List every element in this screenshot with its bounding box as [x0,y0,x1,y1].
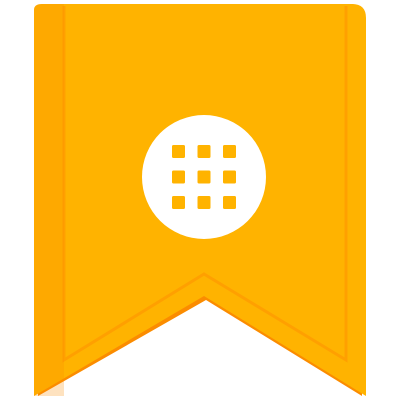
grid-dot [197,170,211,184]
bookmark-apps-icon [0,0,400,400]
grid-dot [223,170,236,184]
bookmark-svg [34,4,366,396]
grid-dot [223,145,236,158]
grid-dot [197,196,211,209]
ribbon-left-fold [34,4,64,396]
grid-dot [172,145,185,158]
grid-dot [172,196,185,209]
apps-grid-icon [172,145,236,209]
grid-dot [223,196,236,209]
grid-dot [197,145,211,158]
grid-dot [172,170,185,184]
